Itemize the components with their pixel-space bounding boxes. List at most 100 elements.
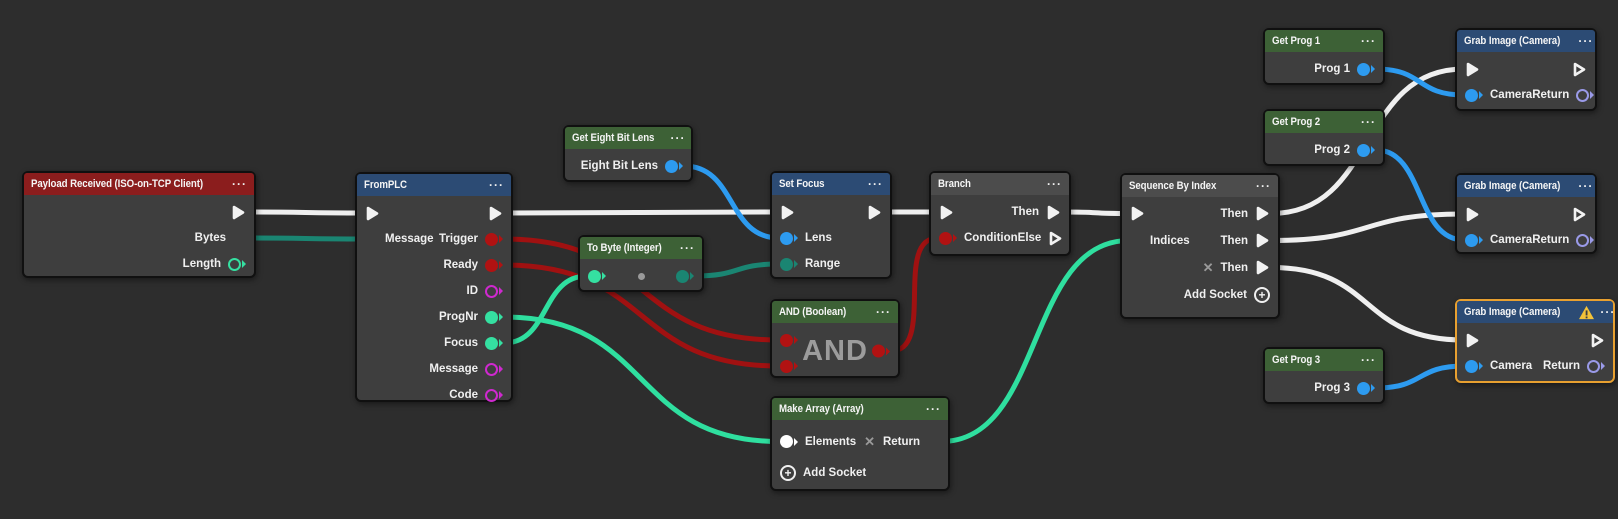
node-grab2[interactable]: Grab Image (Camera)···CameraReturn	[1455, 173, 1597, 254]
node-menu-button[interactable]: ···	[876, 307, 891, 317]
wire-exec[interactable]	[1062, 212, 1129, 214]
node-menu-button[interactable]: ···	[1361, 117, 1376, 127]
row-left-group: Camera	[1465, 234, 1532, 247]
socket-pin-length[interactable]	[228, 258, 246, 271]
wire-blue[interactable]	[1376, 150, 1464, 240]
exec-pin-exec_in[interactable]	[780, 204, 795, 221]
node-title: Get Prog 1	[1272, 35, 1346, 47]
node-payload[interactable]: Payload Received (ISO-on-TCP Client)···B…	[22, 171, 256, 278]
exec-pin-exec_in[interactable]	[1465, 206, 1480, 223]
socket-pin-ready[interactable]	[485, 259, 503, 272]
wire-blue[interactable]	[684, 166, 779, 238]
array-socket-pin-indices[interactable]	[1130, 234, 1143, 247]
socket-pin-camera[interactable]	[1465, 360, 1483, 373]
node-branch[interactable]: Branch···ThenConditionElse	[929, 171, 1071, 256]
socket-pin-out[interactable]	[676, 270, 694, 283]
array-socket-pin-message_in[interactable]	[365, 233, 378, 246]
node-menu-button[interactable]: ···	[232, 179, 247, 189]
node-makearray[interactable]: Make Array (Array)···Elements✕Return+Add…	[770, 396, 950, 491]
socket-pin-condition[interactable]	[939, 232, 957, 245]
socket-pin-return[interactable]	[1576, 89, 1594, 102]
node-gp1[interactable]: Get Prog 1···Prog 1	[1263, 28, 1385, 85]
node-seq[interactable]: Sequence By Index···ThenIndicesThen✕Then…	[1120, 173, 1280, 319]
node-menu-button[interactable]: ···	[671, 133, 686, 143]
socket-pin-range[interactable]	[780, 258, 798, 271]
node-menu-button[interactable]: ···	[1578, 36, 1593, 46]
wire-teal_dark[interactable]	[247, 238, 364, 239]
node-menu-button[interactable]: ···	[1256, 181, 1271, 191]
node-menu-button[interactable]: ···	[489, 180, 504, 190]
socket-pin-return[interactable]	[1587, 360, 1605, 373]
node-lens8[interactable]: Get Eight Bit Lens···Eight Bit Lens	[563, 125, 693, 182]
exec-pin-exec_in[interactable]	[1465, 61, 1480, 78]
socket-pin-id[interactable]	[485, 285, 503, 298]
remove-socket-button[interactable]: ✕	[864, 435, 875, 448]
exec-pin-exec_out[interactable]	[231, 204, 246, 221]
exec-pin-exec_in[interactable]	[939, 204, 954, 221]
socket-pin-out[interactable]	[872, 345, 890, 358]
node-gp3[interactable]: Get Prog 3···Prog 3	[1263, 347, 1385, 404]
exec-pin-exec_out[interactable]	[867, 204, 882, 221]
socket-pin-focus[interactable]	[485, 337, 503, 350]
wire-blue[interactable]	[1376, 69, 1464, 95]
node-grab3[interactable]: Grab Image (Camera)···CameraReturn	[1455, 299, 1615, 383]
node-and[interactable]: AND (Boolean)···AND	[770, 299, 900, 378]
node-gp2[interactable]: Get Prog 2···Prog 2	[1263, 109, 1385, 166]
exec-pin-exec_out[interactable]	[1590, 332, 1605, 349]
socket-pin-camera[interactable]	[1465, 89, 1483, 102]
socket-pin-return[interactable]	[1576, 234, 1594, 247]
add-socket-button[interactable]: +	[1254, 287, 1270, 303]
socket-pin-camera[interactable]	[1465, 234, 1483, 247]
exec-pin-then[interactable]	[1046, 204, 1061, 221]
socket-pin-elements[interactable]	[780, 435, 798, 448]
exec-pin-exec_out[interactable]	[488, 205, 503, 222]
node-setfocus[interactable]: Set Focus···LensRange	[770, 171, 892, 279]
socket-pin-code[interactable]	[485, 389, 503, 402]
node-tobyte[interactable]: To Byte (Integer)···	[578, 235, 704, 292]
node-header: Get Prog 1 ···	[1265, 30, 1383, 52]
node-menu-button[interactable]: ···	[1047, 179, 1062, 189]
socket-pin-out[interactable]	[1357, 144, 1375, 157]
exec-pin-exec_out[interactable]	[1572, 61, 1587, 78]
value-dot	[638, 273, 645, 280]
wire-exec[interactable]	[247, 212, 364, 213]
array-socket-pin-return[interactable]	[927, 435, 940, 448]
wire-teal_dark[interactable]	[695, 264, 779, 276]
exec-pin-exec_out[interactable]	[1572, 206, 1587, 223]
exec-pin-else[interactable]	[1048, 230, 1063, 247]
socket-pin-out[interactable]	[1357, 382, 1375, 395]
socket-pin-out[interactable]	[665, 160, 683, 173]
add-socket-button[interactable]: +	[780, 465, 796, 481]
exec-pin-exec_in[interactable]	[1465, 332, 1480, 349]
wire-exec[interactable]	[1271, 268, 1464, 341]
wire-blue[interactable]	[1376, 366, 1464, 388]
row-left-group	[939, 204, 954, 221]
node-menu-button[interactable]: ···	[1578, 181, 1593, 191]
socket-pin-prognr[interactable]	[485, 311, 503, 324]
socket-pin-in[interactable]	[588, 270, 606, 283]
exec-pin-then2[interactable]	[1255, 232, 1270, 249]
socket-row: Then	[1122, 200, 1278, 227]
socket-row: Add Socket+	[1122, 281, 1278, 308]
node-menu-button[interactable]: ···	[926, 404, 941, 414]
remove-socket-button[interactable]: ✕	[1203, 261, 1214, 274]
wire-teal[interactable]	[504, 276, 587, 343]
socket-pin-out[interactable]	[1357, 63, 1375, 76]
node-menu-button[interactable]: ···	[1361, 355, 1376, 365]
socket-pin-message_out[interactable]	[485, 363, 503, 376]
wire-teal[interactable]	[941, 241, 1129, 442]
node-grab1[interactable]: Grab Image (Camera)···CameraReturn	[1455, 28, 1597, 111]
socket-pin-lens[interactable]	[780, 232, 798, 245]
graph-canvas[interactable]: Payload Received (ISO-on-TCP Client)···B…	[0, 0, 1618, 519]
exec-pin-then1[interactable]	[1255, 205, 1270, 222]
array-socket-pin-bytes[interactable]	[233, 232, 246, 245]
node-menu-button[interactable]: ···	[1600, 307, 1613, 317]
node-menu-button[interactable]: ···	[868, 179, 883, 189]
node-menu-button[interactable]: ···	[1361, 36, 1376, 46]
socket-pin-trigger[interactable]	[485, 233, 503, 246]
node-menu-button[interactable]: ···	[680, 243, 695, 253]
exec-pin-exec_in[interactable]	[365, 205, 380, 222]
node-fromplc[interactable]: FromPLC···MessageTriggerReadyIDProgNrFoc…	[355, 172, 513, 402]
exec-pin-exec_in[interactable]	[1130, 205, 1145, 222]
exec-pin-then3[interactable]	[1255, 259, 1270, 276]
